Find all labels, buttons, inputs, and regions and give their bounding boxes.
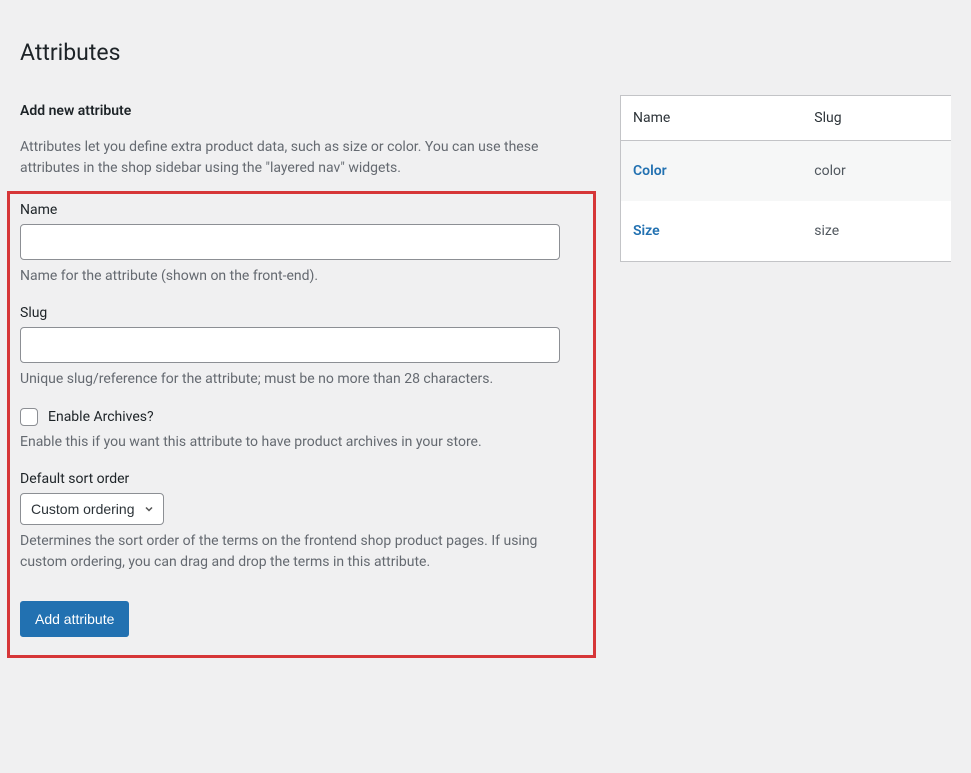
name-input[interactable] (20, 224, 560, 260)
add-attribute-form-column: Add new attribute Attributes let you def… (20, 95, 590, 658)
sort-order-label: Default sort order (20, 471, 583, 487)
table-header-slug: Slug (802, 96, 951, 141)
attributes-list-column: Name Slug Color color Size size (620, 95, 951, 658)
sort-order-description: Determines the sort order of the terms o… (20, 531, 583, 573)
slug-input[interactable] (20, 327, 560, 363)
add-attribute-button[interactable]: Add attribute (20, 601, 129, 637)
attribute-slug: color (802, 141, 951, 202)
name-label: Name (20, 202, 583, 218)
table-row: Size size (621, 201, 952, 262)
page-title: Attributes (20, 30, 951, 70)
enable-archives-checkbox[interactable] (20, 408, 38, 426)
attributes-table: Name Slug Color color Size size (620, 95, 951, 262)
form-intro: Attributes let you define extra product … (20, 137, 590, 179)
slug-label: Slug (20, 305, 583, 321)
name-description: Name for the attribute (shown on the fro… (20, 266, 583, 287)
enable-archives-description: Enable this if you want this attribute t… (20, 432, 583, 453)
table-header-name: Name (621, 96, 803, 141)
sort-order-select[interactable]: Custom ordering (20, 493, 164, 525)
attribute-slug: size (802, 201, 951, 262)
slug-description: Unique slug/reference for the attribute;… (20, 369, 583, 390)
attribute-link-size[interactable]: Size (633, 223, 660, 239)
attribute-link-color[interactable]: Color (633, 163, 667, 179)
form-heading: Add new attribute (20, 95, 590, 127)
form-highlight-box: Name Name for the attribute (shown on th… (7, 191, 596, 658)
table-row: Color color (621, 141, 952, 202)
enable-archives-label[interactable]: Enable Archives? (48, 409, 154, 425)
